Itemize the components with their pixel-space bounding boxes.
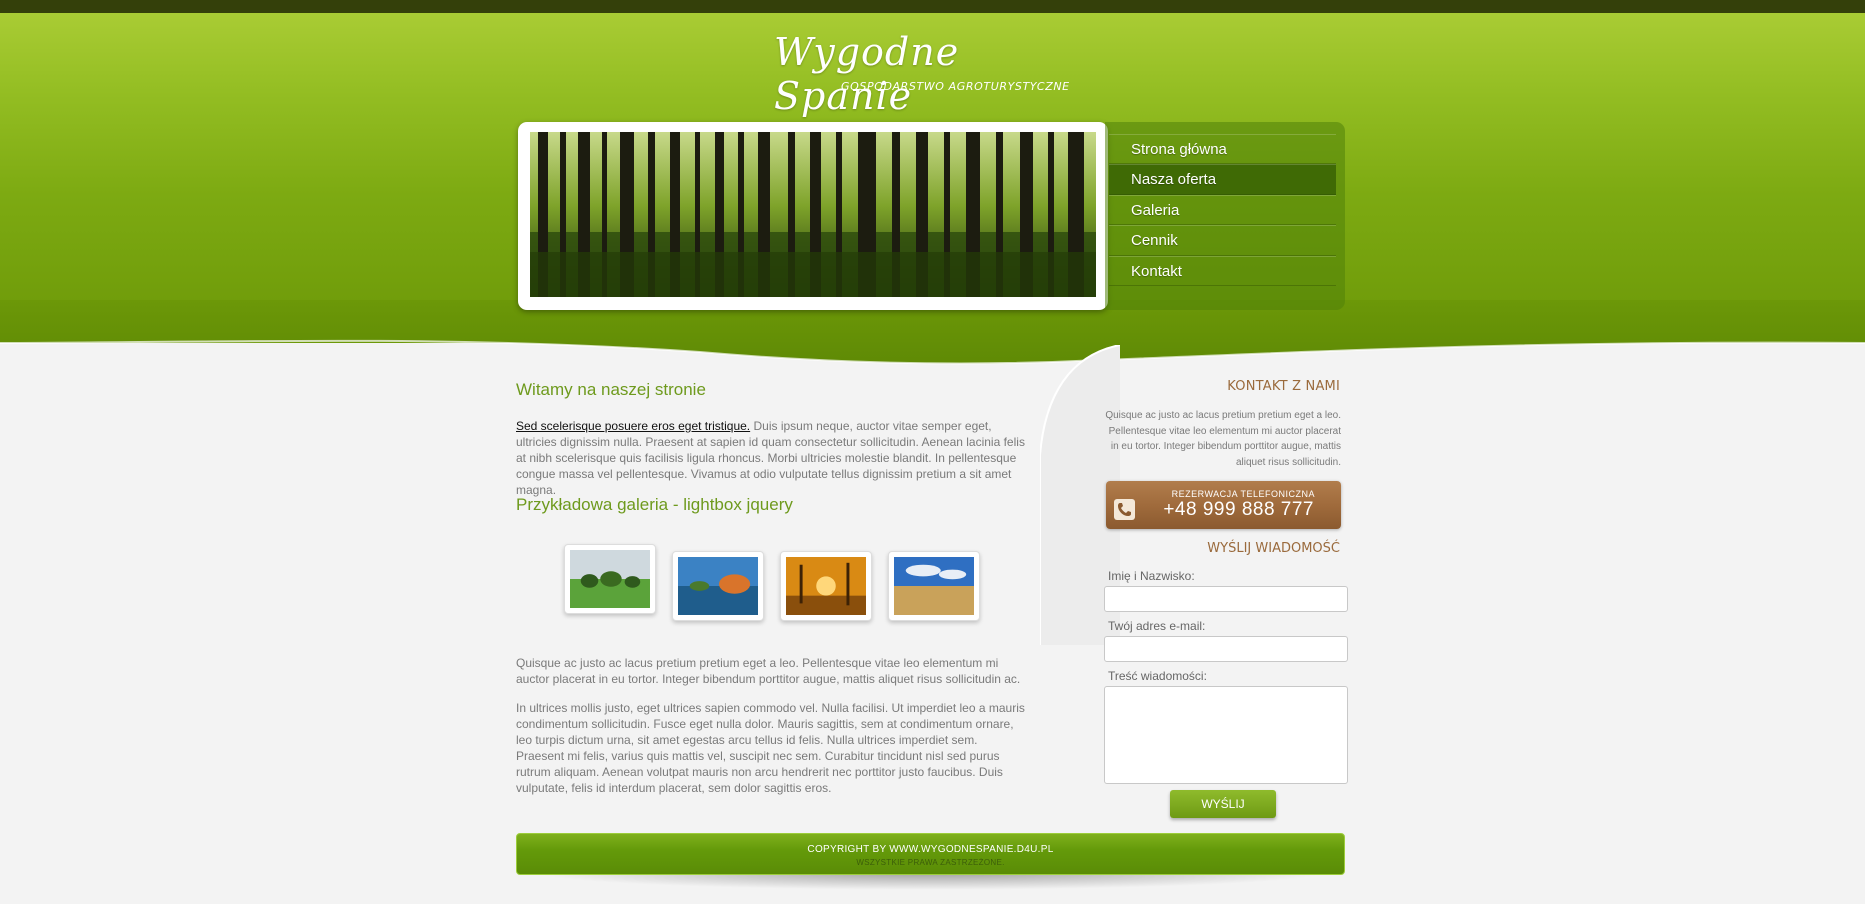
send-message-title: WYŚLIJ WIADOMOŚĆ: [1207, 541, 1340, 556]
paragraph-2: In ultrices mollis justo, eget ultrices …: [516, 701, 1025, 795]
message-textarea[interactable]: [1104, 686, 1348, 784]
intro-paragraph: Sed scelerisque posuere eros eget tristi…: [516, 418, 1026, 498]
copyright-text: COPYRIGHT BY WWW.WYGODNESPANIE.D4U.PL: [807, 844, 1054, 855]
gallery-thumb-4[interactable]: [888, 551, 980, 621]
rights-text: WSZYSTKIE PRAWA ZASTRZEŻONE.: [856, 858, 1005, 867]
phone-reservation-box: REZERWACJA TELEFONICZNA +48 999 888 777: [1106, 481, 1341, 529]
gallery: [564, 544, 984, 624]
nav-item-home[interactable]: Strona główna: [1109, 134, 1336, 165]
send-button[interactable]: WYŚLIJ: [1170, 790, 1276, 818]
email-field[interactable]: [1104, 636, 1348, 662]
contact-title: KONTAKT Z NAMI: [1227, 379, 1340, 394]
top-bar: [0, 0, 1865, 13]
gallery-thumb-3[interactable]: [780, 551, 872, 621]
logo-subtitle: GOSPODARSTWO AGROTURYSTYCZNE: [841, 80, 1070, 93]
phone-number: +48 999 888 777: [1163, 499, 1314, 520]
name-field[interactable]: [1104, 586, 1348, 612]
gallery-thumb-1[interactable]: [564, 544, 656, 614]
main-navigation: Strona główna Nasza oferta Galeria Cenni…: [1105, 122, 1345, 310]
gallery-heading: Przykładowa galeria - lightbox jquery: [516, 495, 793, 514]
banner-frame: [518, 122, 1108, 310]
intro-link[interactable]: Sed scelerisque posuere eros eget tristi…: [516, 419, 750, 433]
phone-icon: [1114, 499, 1135, 520]
contact-text: Quisque ac justo ac lacus pretium pretiu…: [1105, 410, 1341, 468]
header-wave: [0, 300, 1865, 365]
nav-item-pricing[interactable]: Cennik: [1109, 225, 1336, 256]
forest-banner-image: [530, 132, 1096, 297]
phone-label: REZERWACJA TELEFONICZNA: [1171, 489, 1315, 499]
paragraph-1: Quisque ac justo ac lacus pretium pretiu…: [516, 656, 1021, 686]
footer: COPYRIGHT BY WWW.WYGODNESPANIE.D4U.PL WS…: [516, 833, 1345, 875]
gallery-thumb-2[interactable]: [672, 551, 764, 621]
nav-item-offer[interactable]: Nasza oferta: [1109, 164, 1336, 195]
nav-item-gallery[interactable]: Galeria: [1109, 194, 1336, 226]
nav-item-contact[interactable]: Kontakt: [1109, 255, 1336, 286]
logo-title: Wygodne Spanie: [774, 30, 960, 118]
message-label: Treść wiadomości:: [1108, 669, 1207, 683]
site-logo[interactable]: Wygodne Spanie GOSPODARSTWO AGROTURYSTYC…: [774, 30, 1074, 118]
name-label: Imię i Nazwisko:: [1108, 569, 1195, 583]
email-label: Twój adres e-mail:: [1108, 619, 1206, 633]
welcome-heading: Witamy na naszej stronie: [516, 380, 706, 399]
